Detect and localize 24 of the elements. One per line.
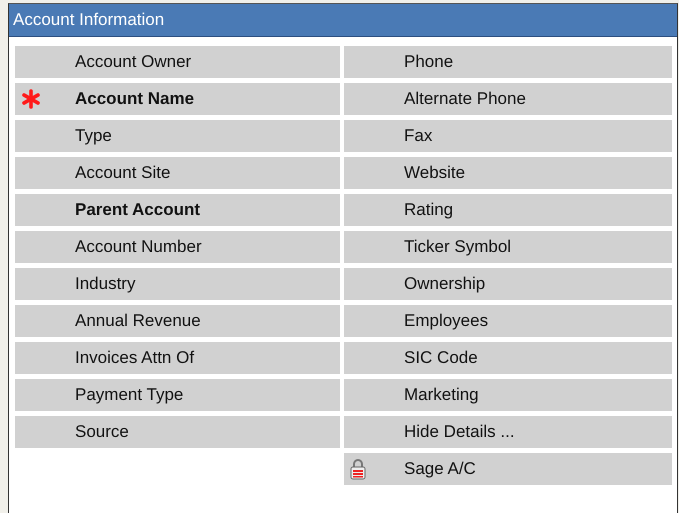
field-label: Type — [75, 126, 112, 146]
field-label: Account Name — [75, 89, 194, 109]
field-label: Fax — [404, 126, 432, 146]
field-label: Alternate Phone — [404, 89, 526, 109]
panel-title: Account Information — [9, 4, 677, 37]
field-label: Account Number — [75, 237, 202, 257]
field-label: Ownership — [404, 274, 486, 294]
field-label: Rating — [404, 200, 454, 220]
field-label: SIC Code — [404, 348, 478, 368]
field-label: Account Owner — [75, 52, 192, 72]
field-label: Employees — [404, 311, 488, 331]
field-label: Source — [75, 422, 129, 442]
field-label: Sage A/C — [404, 459, 476, 479]
field-label: Account Site — [75, 163, 170, 183]
field-label: Website — [404, 163, 466, 183]
field-label: Hide Details ... — [404, 422, 515, 442]
field-label: Industry — [75, 274, 136, 294]
field-label: Marketing — [404, 385, 479, 405]
field-label: Parent Account — [75, 200, 200, 220]
field-label: Ticker Symbol — [404, 237, 512, 257]
field-label: Phone — [404, 52, 454, 72]
field-label: Payment Type — [75, 385, 184, 405]
field-label: Invoices Attn Of — [75, 348, 194, 368]
field-label: Annual Revenue — [75, 311, 201, 331]
